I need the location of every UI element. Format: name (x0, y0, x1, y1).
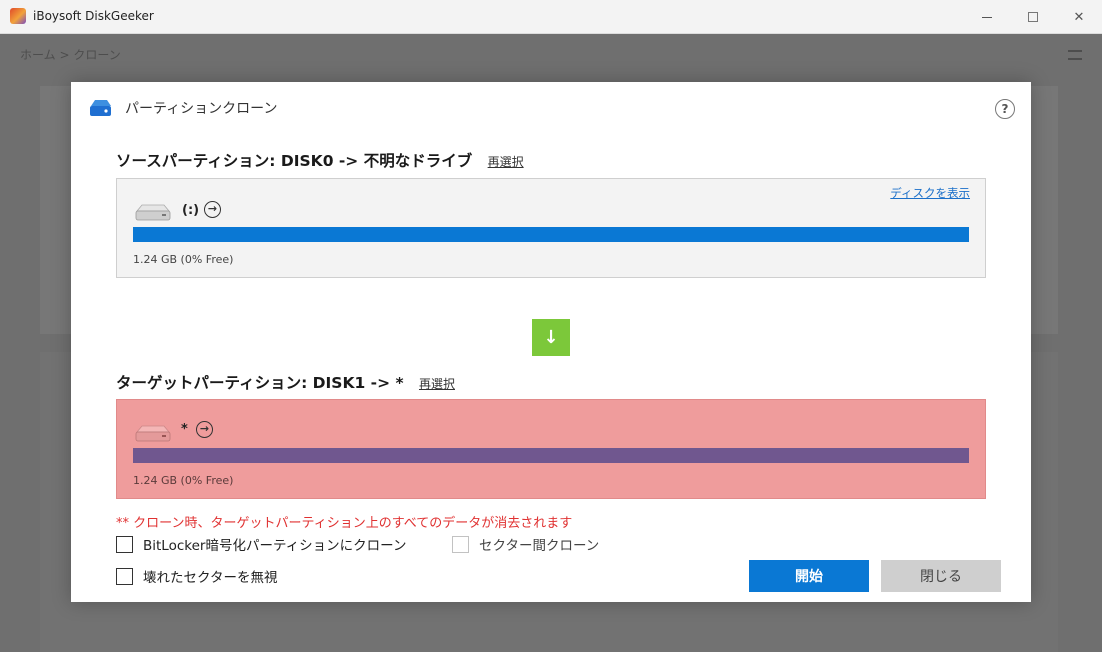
minimize-button[interactable] (964, 0, 1010, 34)
minimize-icon (982, 16, 992, 18)
dialog-title: パーティションクローン (125, 101, 278, 117)
window-title: iBoysoft DiskGeeker (33, 9, 154, 23)
help-icon[interactable]: ? (995, 99, 1015, 119)
source-size-text: 1.24 GB (0% Free) (133, 253, 234, 266)
sector-clone-option[interactable]: セクター間クローン (452, 534, 599, 554)
target-partition-heading: ターゲットパーティション: DISK1 -> * (116, 374, 404, 392)
menu-icon (1068, 50, 1082, 60)
maximize-icon (1028, 12, 1038, 22)
down-arrow-icon: ↓ (532, 319, 570, 356)
maximize-button[interactable] (1010, 0, 1056, 34)
source-rechoose-link[interactable]: 再選択 (488, 155, 524, 169)
drive-icon (135, 425, 171, 442)
bitlocker-label: BitLocker暗号化パーティションにクローン (143, 538, 407, 554)
target-partition-box: * → 1.24 GB (0% Free) (116, 399, 986, 499)
source-arrow-circle-icon: → (204, 201, 221, 218)
source-usage-bar (133, 227, 969, 242)
target-rechoose-link[interactable]: 再選択 (419, 377, 455, 391)
source-partition-box: ディスクを表示 (:) → 1.24 GB (0% Free) (116, 178, 986, 278)
drive-icon (135, 204, 171, 221)
target-drive-label: * (181, 422, 188, 437)
ignore-bad-sectors-option[interactable]: 壊れたセクターを無視 (116, 566, 277, 586)
source-partition-heading: ソースパーティション: DISK0 -> 不明なドライブ (116, 152, 473, 170)
show-disk-link[interactable]: ディスクを表示 (890, 185, 970, 201)
ignore-bad-sectors-label: 壊れたセクターを無視 (143, 570, 278, 586)
sector-clone-label: セクター間クローン (479, 538, 600, 554)
window-titlebar: iBoysoft DiskGeeker ✕ (0, 0, 1102, 34)
source-drive-label: (:) (182, 203, 200, 218)
start-button[interactable]: 開始 (749, 560, 869, 592)
target-size-text: 1.24 GB (0% Free) (133, 474, 234, 487)
close-icon: ✕ (1073, 9, 1085, 25)
partition-clone-dialog: パーティションクローン ? ソースパーティション: DISK0 -> 不明なドラ… (71, 82, 1031, 602)
close-window-button[interactable]: ✕ (1056, 0, 1102, 34)
close-button[interactable]: 閉じる (881, 560, 1001, 592)
target-partition-title: ターゲットパーティション: DISK1 -> * 再選択 (116, 371, 455, 393)
target-arrow-circle-icon: → (196, 421, 213, 438)
breadcrumb: ホーム > クローン (20, 48, 121, 62)
ignore-bad-sectors-checkbox[interactable] (116, 567, 133, 585)
source-partition-title: ソースパーティション: DISK0 -> 不明なドライブ 再選択 (116, 149, 524, 171)
disk-clone-icon (90, 100, 111, 116)
bitlocker-clone-option[interactable]: BitLocker暗号化パーティションにクローン (116, 534, 406, 554)
warning-text: ** クローン時、ターゲットパーティション上のすべてのデータが消去されます (116, 516, 573, 531)
sector-clone-checkbox[interactable] (452, 535, 469, 553)
app-logo-icon (10, 8, 26, 24)
bitlocker-checkbox[interactable] (116, 535, 133, 553)
target-usage-bar (133, 448, 969, 463)
